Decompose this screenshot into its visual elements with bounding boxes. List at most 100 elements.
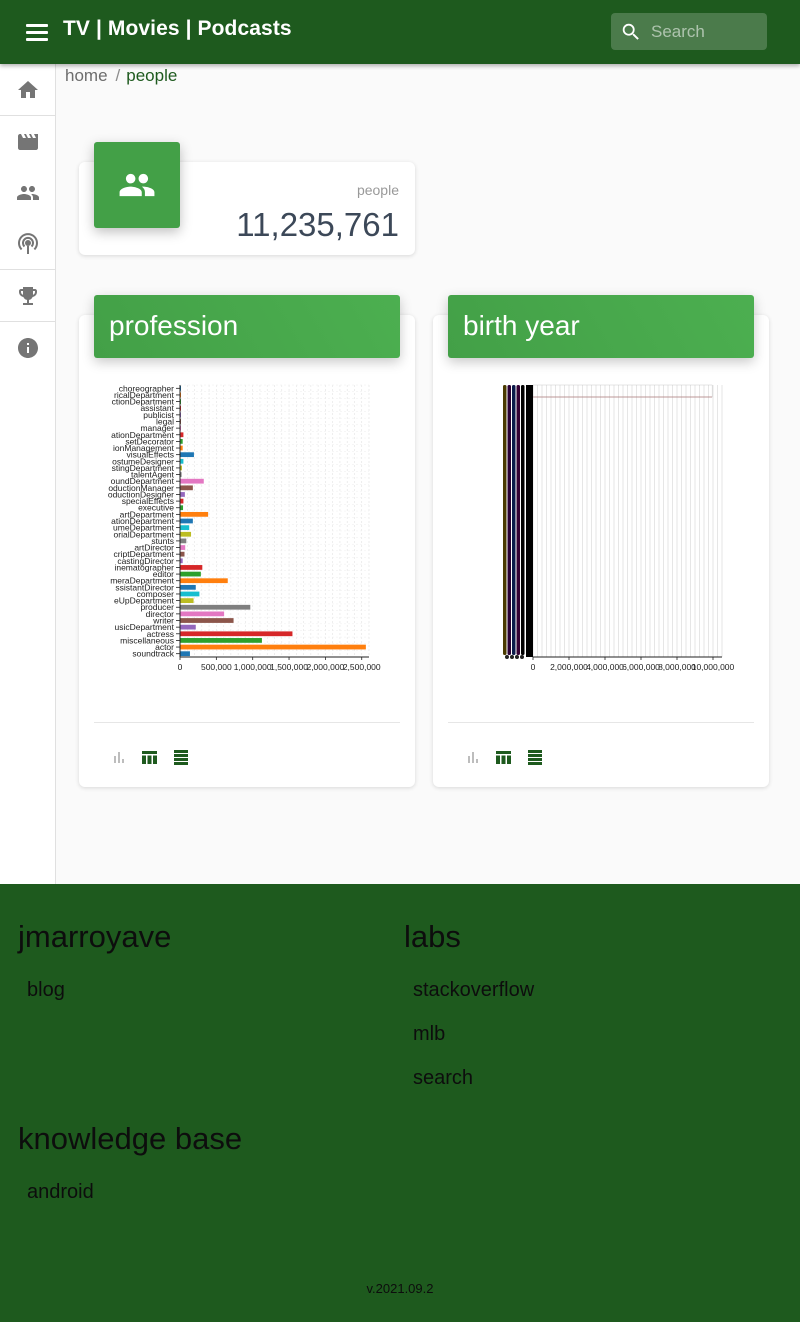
footer-link-mlb[interactable]: mlb [413,1023,445,1046]
table-button[interactable] [494,748,513,767]
x-tick-label: 4,000,000 [586,662,624,672]
bar-chart-button[interactable] [109,748,128,767]
bar-productionManager [180,485,193,491]
y-tick-label-cluster [503,385,507,655]
people-stat-icon [94,142,180,228]
card-actions [109,747,190,767]
bar-actor [180,644,366,650]
people-icon [16,185,39,200]
card-divider [448,722,754,723]
list-button[interactable] [525,748,544,767]
list-icon [173,749,188,765]
people-icon [119,173,155,197]
y-tick-label-cluster [510,655,514,659]
bar-cameraDepartment [180,578,228,584]
x-tick-label: 2,000,000 [550,662,588,672]
bar-costumeDepartment [180,525,190,531]
y-axis-block [526,385,533,657]
profession-header: profession [94,295,400,358]
bar-director [180,611,225,617]
y-tick-label-cluster [507,385,511,655]
bar-assistantDirector [180,584,196,590]
bar-writer [180,618,234,623]
bar-choreographer [180,385,181,391]
footer-link-search[interactable]: search [413,1067,473,1090]
bar-producer [180,604,251,610]
footer-title-jmarroyave: jmarroyave [18,919,172,954]
bar-costumeDesigner [180,458,184,464]
table-icon [142,750,157,764]
y-tick-label-cluster [516,385,520,655]
movie-icon [17,133,38,150]
table-button[interactable] [140,748,159,767]
y-tick-label-cluster [512,385,516,655]
bar-stunts [180,538,187,544]
nav-movies[interactable] [0,116,55,167]
app-bar: TV | Movies | Podcasts [0,0,800,64]
bar-manager [180,425,181,431]
y-tick-label-soundtrack: soundtrack [132,649,174,659]
trophy-icon [18,286,37,305]
footer-link-blog[interactable]: blog [27,979,65,1002]
bar-locationManagement [180,432,184,438]
bar-cinematographer [180,565,203,570]
app-title[interactable]: TV | Movies | Podcasts [63,17,292,41]
bar-legal [180,419,181,424]
search-box[interactable] [611,13,767,50]
bar-productionDepartment [180,399,181,404]
bar-setDecorator [180,439,183,444]
bar-chart-button[interactable] [463,748,482,767]
bar-musicDepartment [180,624,196,630]
x-tick-label: 0 [178,662,183,672]
x-tick-label: 0 [531,662,536,672]
bar-castingDirector [180,558,183,564]
nav-awards[interactable] [0,270,55,321]
bar-artDirector [180,545,186,550]
bar-castingDepartment [180,465,182,471]
breadcrumb-separator: / [115,66,121,85]
stat-value: 11,235,761 [236,206,399,243]
bar-actress [180,631,293,637]
footer-link-android[interactable]: android [27,1181,94,1204]
y-tick-label-cluster [521,385,525,655]
bar-talentAgent [180,472,182,477]
x-tick-label: 1,500,000 [270,662,308,672]
profession-chart: choreographerricalDepartmentctionDepartm… [108,383,381,672]
bar-animationDepartment [180,518,193,524]
bar-artDepartment [180,511,209,517]
bar-assistant [180,405,181,411]
bar-visualEffects [180,452,194,458]
x-tick-label: 6,000,000 [622,662,660,672]
bar-executive [180,505,184,511]
x-tick-label: 2,000,000 [306,662,344,672]
info-icon [17,337,38,358]
y-tick-label-cluster [505,655,509,659]
list-icon [527,749,542,765]
breadcrumb: home / people [65,66,177,86]
bar-chart-icon [113,752,124,763]
bar-editor [180,571,201,577]
breadcrumb-home[interactable]: home [65,66,108,85]
nav-home[interactable] [0,64,55,115]
nav-info[interactable] [0,322,55,373]
x-tick-label: 8,000,000 [658,662,696,672]
search-icon [622,23,639,40]
y-tick-label-cluster [515,655,519,659]
y-tick-label-cluster [520,655,524,659]
bar-editorialDepartment [180,531,192,537]
menu-icon[interactable] [22,20,54,44]
card-actions [463,747,544,767]
nav-people[interactable] [0,167,55,218]
list-button[interactable] [171,748,190,767]
bar-productionDesigner [180,492,185,497]
version-label: v.2021.09.2 [366,1281,434,1296]
footer-link-stackoverflow[interactable]: stackoverflow [413,979,534,1002]
side-nav [0,64,56,884]
x-tick-label: 2,500,000 [343,662,381,672]
x-tick-label: 1,000,000 [234,662,272,672]
nav-podcasts[interactable] [0,218,55,269]
footer-title-labs: labs [404,919,461,954]
bar-soundDepartment [180,478,204,484]
bar-chart-icon [467,752,478,763]
search-input[interactable] [651,13,761,50]
